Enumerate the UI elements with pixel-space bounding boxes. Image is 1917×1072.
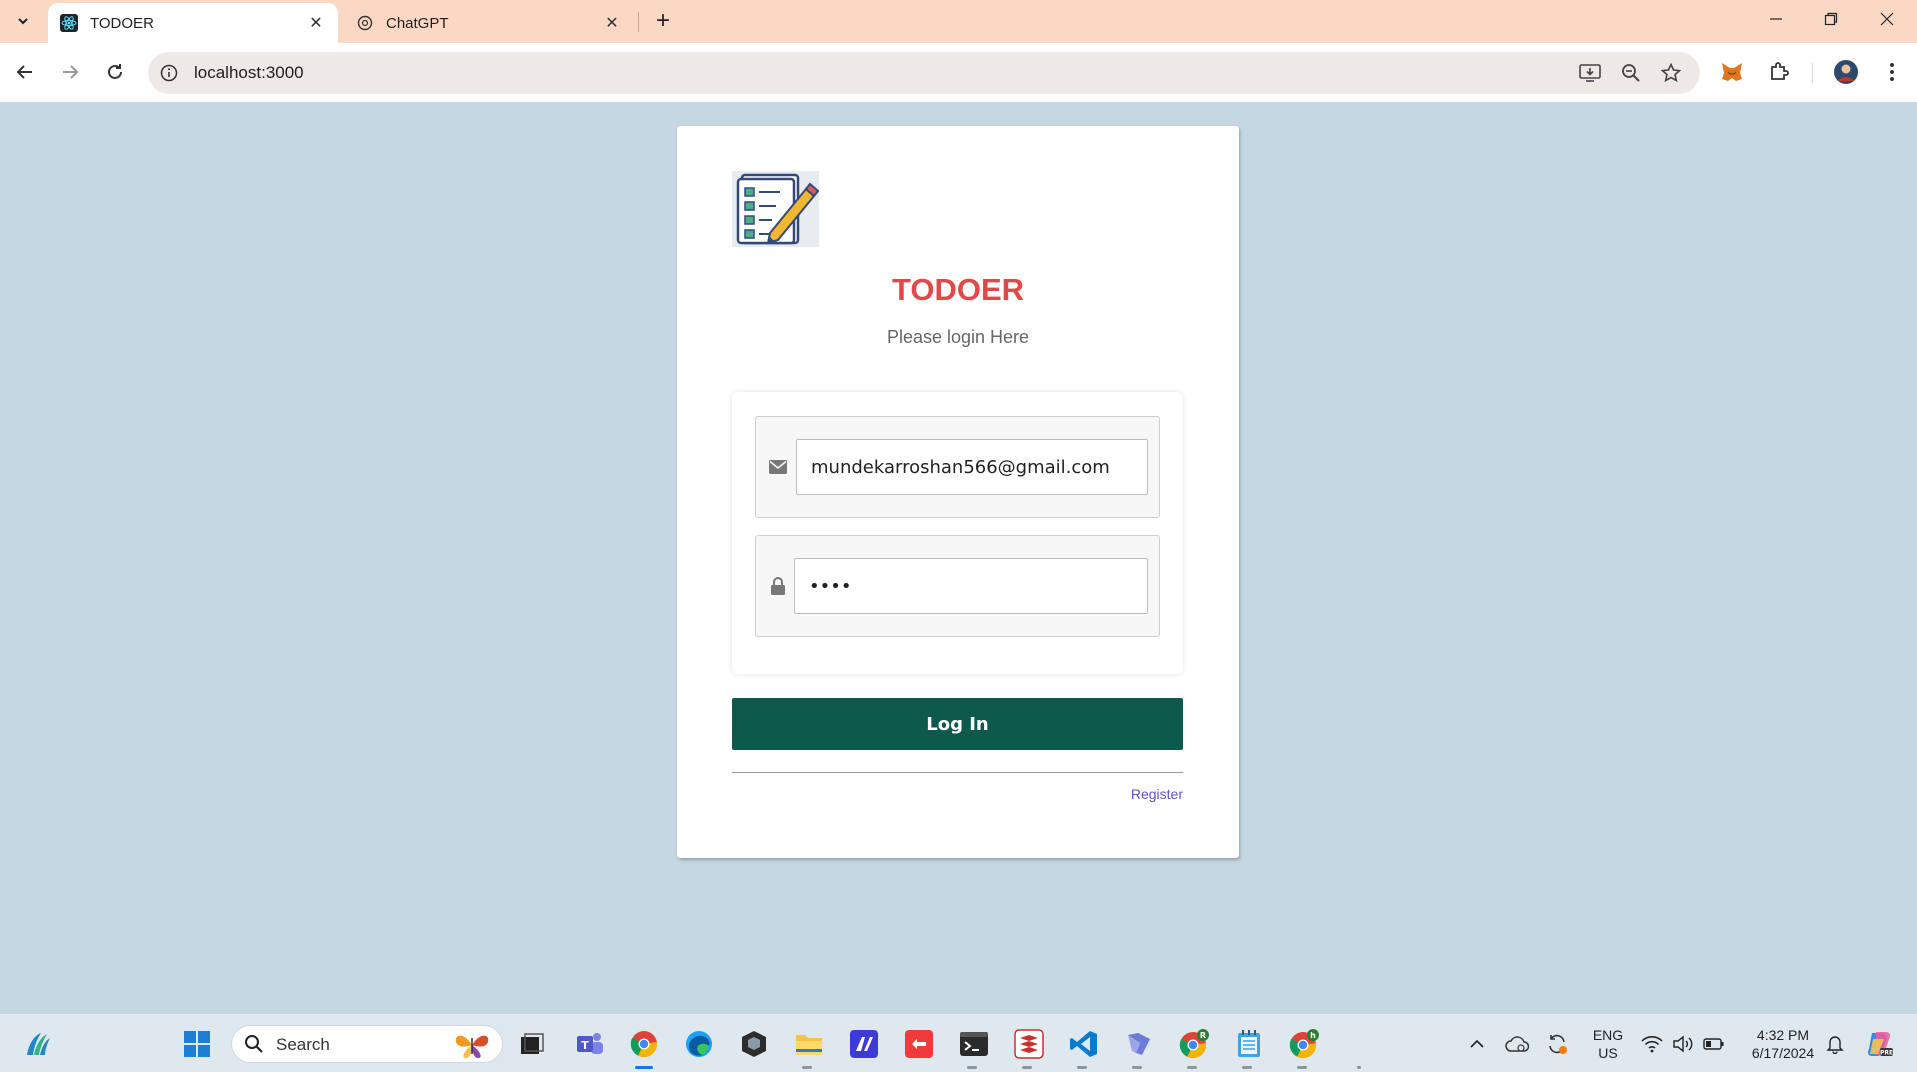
login-subtitle: Please login Here bbox=[886, 327, 1030, 347]
reload-button[interactable] bbox=[98, 55, 132, 89]
open-app-indicator bbox=[1132, 1066, 1142, 1069]
copilot-icon[interactable]: PRE bbox=[1862, 1027, 1896, 1061]
browser-tab-strip: TODOER ✕ ChatGPT ✕ + bbox=[0, 0, 1917, 43]
git-client-icon[interactable] bbox=[902, 1027, 936, 1061]
vscode-icon[interactable] bbox=[1067, 1027, 1101, 1061]
ai-app-icon[interactable] bbox=[847, 1027, 881, 1061]
login-button[interactable]: Log In bbox=[732, 698, 1183, 750]
forward-button[interactable] bbox=[53, 55, 87, 89]
url-text: localhost:3000 bbox=[194, 63, 304, 82]
overflow-indicator bbox=[1357, 1066, 1361, 1069]
notepad-icon[interactable] bbox=[1232, 1027, 1266, 1061]
notification-bell-icon[interactable] bbox=[1820, 1027, 1850, 1061]
windows-start-icon[interactable] bbox=[180, 1027, 214, 1061]
react-logo-icon bbox=[60, 14, 78, 32]
close-tab-icon[interactable]: ✕ bbox=[306, 13, 326, 33]
close-tab-icon[interactable]: ✕ bbox=[602, 13, 622, 33]
open-app-indicator bbox=[1297, 1066, 1307, 1069]
clock-time: 4:32 PM bbox=[1756, 1027, 1810, 1043]
butterfly-icon bbox=[450, 1030, 494, 1060]
open-app-indicator bbox=[802, 1066, 812, 1069]
language-code: ENG bbox=[1592, 1027, 1624, 1043]
chrome-profile-h-icon[interactable]: h bbox=[1287, 1027, 1321, 1061]
taskbar-search-box[interactable]: Search bbox=[231, 1025, 503, 1063]
install-app-icon[interactable] bbox=[1578, 61, 1602, 85]
extensions-puzzle-icon[interactable] bbox=[1764, 57, 1794, 87]
svg-text:R: R bbox=[1200, 1031, 1206, 1040]
register-link[interactable]: Register bbox=[1131, 786, 1183, 802]
app-title: TODOER bbox=[891, 272, 1025, 307]
search-label: Search bbox=[276, 1035, 330, 1054]
zoom-icon[interactable] bbox=[1619, 61, 1643, 85]
svg-text:T: T bbox=[581, 1039, 589, 1052]
open-app-indicator bbox=[1187, 1066, 1197, 1069]
metamask-extension-icon[interactable] bbox=[1717, 57, 1747, 87]
keyboard-region: US bbox=[1598, 1045, 1618, 1061]
active-app-indicator bbox=[635, 1066, 653, 1069]
bookmark-star-icon[interactable] bbox=[1659, 61, 1683, 85]
back-button[interactable] bbox=[8, 55, 42, 89]
widgets-icon[interactable] bbox=[21, 1027, 55, 1061]
email-field-group bbox=[755, 416, 1160, 518]
lock-icon bbox=[768, 576, 788, 596]
envelope-icon bbox=[768, 457, 788, 477]
file-explorer-icon[interactable] bbox=[792, 1027, 826, 1061]
svg-text:PRE: PRE bbox=[1880, 1050, 1893, 1057]
chatgpt-logo-icon bbox=[356, 14, 374, 32]
browser-menu-icon[interactable] bbox=[1877, 57, 1907, 87]
profile-avatar[interactable] bbox=[1831, 57, 1861, 87]
open-app-indicator bbox=[1242, 1066, 1252, 1069]
tab-title: ChatGPT bbox=[386, 14, 449, 32]
windows-taskbar: Search T R h ENG US 4:32 PM 6/17/2024 PR… bbox=[0, 1013, 1917, 1072]
open-app-indicator bbox=[1022, 1066, 1032, 1069]
minimize-button[interactable] bbox=[1748, 0, 1804, 38]
new-tab-button[interactable]: + bbox=[648, 6, 678, 36]
svg-text:h: h bbox=[1310, 1031, 1316, 1040]
chrome-icon[interactable] bbox=[627, 1027, 661, 1061]
tab-chatgpt[interactable]: ChatGPT ✕ bbox=[344, 3, 634, 43]
tab-title: TODOER bbox=[90, 14, 154, 32]
close-window-button[interactable] bbox=[1859, 0, 1915, 38]
search-icon bbox=[244, 1034, 264, 1059]
address-bar[interactable]: localhost:3000 bbox=[148, 52, 1700, 94]
login-card: TODOER Please login Here Log In Register bbox=[677, 126, 1239, 858]
task-view-icon[interactable] bbox=[515, 1027, 549, 1061]
docker-desktop-icon[interactable] bbox=[1122, 1027, 1156, 1061]
password-input[interactable] bbox=[794, 558, 1148, 614]
clock[interactable]: 4:32 PM 6/17/2024 bbox=[1738, 1026, 1828, 1062]
open-app-indicator bbox=[967, 1066, 977, 1069]
tab-divider bbox=[638, 12, 639, 32]
volume-icon[interactable] bbox=[1668, 1027, 1698, 1061]
login-form bbox=[732, 392, 1183, 674]
form-divider bbox=[732, 772, 1183, 773]
redis-app-icon[interactable] bbox=[1012, 1027, 1046, 1061]
tab-search-chevron-icon[interactable] bbox=[8, 6, 38, 36]
wsl-cube-icon[interactable] bbox=[737, 1027, 771, 1061]
battery-icon[interactable] bbox=[1699, 1027, 1729, 1061]
password-field-group bbox=[755, 535, 1160, 637]
email-input[interactable] bbox=[796, 439, 1148, 495]
toolbar-divider bbox=[1812, 63, 1813, 83]
clock-date: 6/17/2024 bbox=[1751, 1045, 1815, 1061]
teams-icon[interactable]: T bbox=[573, 1027, 607, 1061]
open-app-indicator bbox=[1077, 1066, 1087, 1069]
todo-checklist-logo bbox=[732, 171, 820, 247]
tab-todoer[interactable]: TODOER ✕ bbox=[48, 3, 338, 43]
update-sync-icon[interactable] bbox=[1542, 1027, 1572, 1061]
show-hidden-icons-chevron-icon[interactable] bbox=[1462, 1027, 1492, 1061]
chrome-profile-r-icon[interactable]: R bbox=[1177, 1027, 1211, 1061]
edge-icon[interactable] bbox=[682, 1027, 716, 1061]
wifi-icon[interactable] bbox=[1637, 1027, 1667, 1061]
site-info-icon[interactable] bbox=[158, 62, 180, 84]
language-indicator[interactable]: ENG US bbox=[1590, 1026, 1626, 1062]
restore-button[interactable] bbox=[1803, 0, 1859, 38]
onedrive-sync-icon[interactable] bbox=[1502, 1027, 1532, 1061]
terminal-icon[interactable] bbox=[957, 1027, 991, 1061]
browser-toolbar: localhost:3000 bbox=[0, 43, 1917, 102]
